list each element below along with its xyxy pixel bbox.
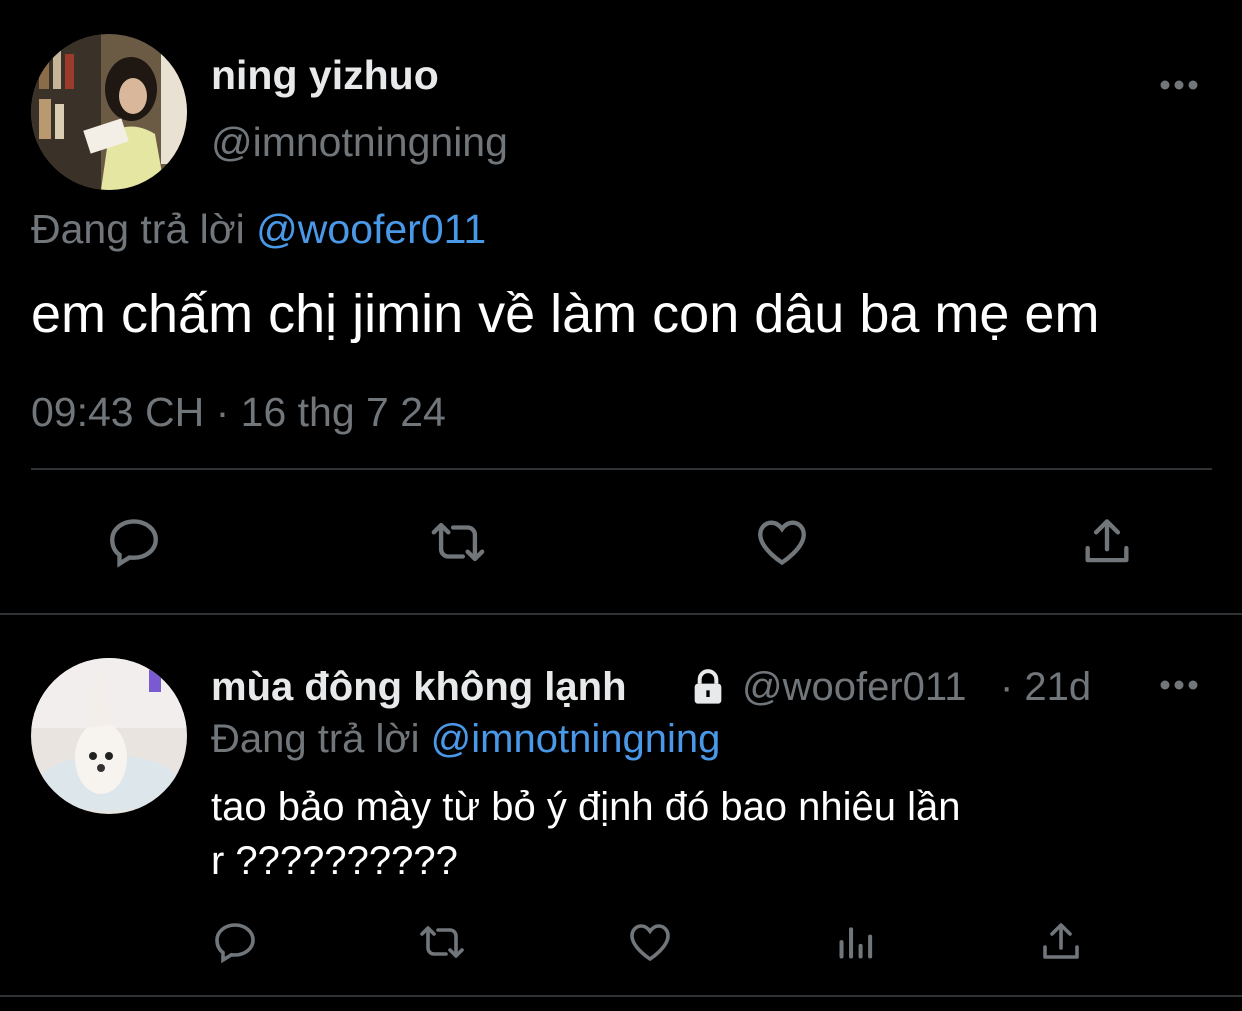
reply-to-handle[interactable]: @woofer011 — [256, 206, 486, 252]
reply-context: Đang trả lời @imnotningning — [211, 717, 720, 762]
more-options-button[interactable] — [1154, 70, 1204, 100]
tweet-author-name[interactable]: ning yizhuo — [211, 52, 439, 99]
tweet-timestamp[interactable]: 09:43 CH · 16 thg 7 24 — [31, 389, 446, 436]
retweet-button[interactable] — [426, 510, 490, 574]
like-icon — [758, 520, 806, 566]
retweet-icon — [420, 926, 464, 958]
retweet-icon — [431, 522, 485, 562]
reply-views-button[interactable] — [826, 912, 886, 972]
reply-age[interactable]: · 21d — [1000, 665, 1091, 710]
reply-author-name[interactable]: mùa đông không lạnh — [211, 665, 627, 710]
lock-icon — [694, 669, 722, 704]
avatar-photo-icon — [31, 658, 187, 814]
more-icon — [1160, 80, 1198, 90]
reply-retweet-button[interactable] — [412, 912, 472, 972]
tweet-author-handle[interactable]: @imnotningning — [211, 119, 508, 166]
reply-context: Đang trả lời @woofer011 — [31, 206, 486, 253]
like-icon — [630, 924, 670, 962]
reply-more-options-button[interactable] — [1154, 670, 1204, 700]
more-icon — [1160, 680, 1198, 690]
reply-button[interactable] — [102, 510, 166, 574]
bottom-divider — [0, 995, 1242, 997]
divider — [31, 468, 1212, 470]
reply-to-handle[interactable]: @imnotningning — [431, 717, 721, 761]
reply-author-avatar[interactable] — [31, 658, 187, 814]
section-divider — [0, 613, 1242, 615]
share-button[interactable] — [1075, 510, 1139, 574]
tweet-text: em chấm chị jimin về làm con dâu ba mẹ e… — [31, 284, 1100, 344]
share-icon — [1085, 519, 1129, 563]
reply-icon — [215, 923, 255, 964]
reply-context-label: Đang trả lời — [211, 717, 420, 761]
reply-icon — [110, 519, 158, 568]
tweet-author-avatar[interactable] — [31, 34, 187, 190]
reply-share-button[interactable] — [1031, 912, 1091, 972]
reply-author-handle[interactable]: @woofer011 — [742, 665, 966, 710]
reply-text-line-2: r ?????????? — [211, 839, 458, 883]
reply-reply-button[interactable] — [205, 912, 265, 972]
reply-context-label: Đang trả lời — [31, 206, 245, 252]
views-icon — [839, 927, 873, 959]
avatar-photo-icon — [31, 34, 187, 190]
reply-text-line-1: tao bảo mày từ bỏ ý định đó bao nhiêu lầ… — [211, 785, 961, 829]
share-icon — [1043, 923, 1079, 959]
like-button[interactable] — [750, 510, 814, 574]
protected-account-lock — [688, 667, 728, 707]
reply-like-button[interactable] — [620, 912, 680, 972]
